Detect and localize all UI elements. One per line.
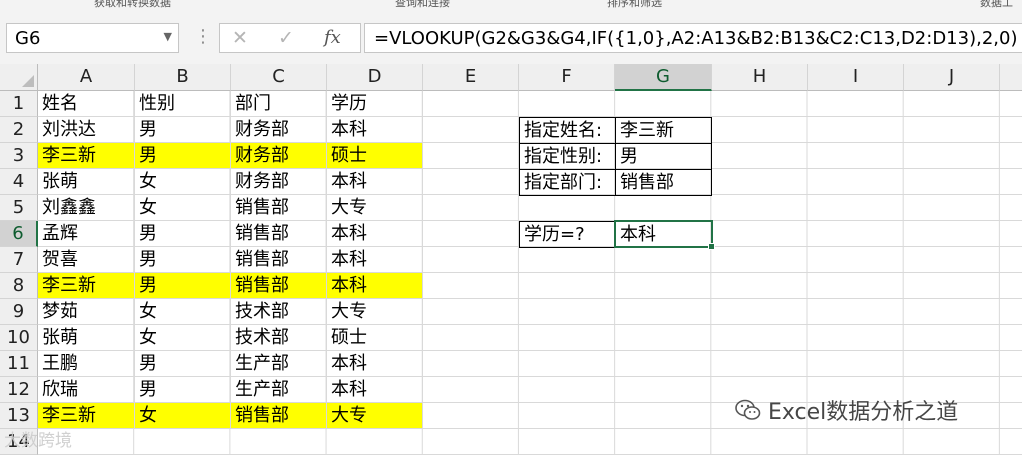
row-header-3[interactable]: 3	[0, 143, 38, 169]
table-cell[interactable]: 本科	[327, 247, 423, 273]
column-header-a[interactable]: A	[38, 64, 135, 91]
check-icon[interactable]: ✓	[278, 27, 294, 49]
lookup-result-label[interactable]: 学历=?	[519, 221, 616, 248]
formula-input[interactable]: =VLOOKUP(G2&G3&G4,IF({1,0},A2:A13&B2:B13…	[364, 23, 1022, 53]
lookup-dept-value[interactable]: 销售部	[615, 169, 712, 196]
table-cell[interactable]: 张萌	[38, 325, 135, 351]
table-cell[interactable]: 刘鑫鑫	[38, 195, 135, 221]
table-cell[interactable]: 李三新	[38, 273, 135, 299]
table-cell[interactable]: 硕士	[327, 325, 423, 351]
table-cell[interactable]: 本科	[327, 377, 423, 403]
table-cell[interactable]: 王鹏	[38, 351, 135, 377]
table-cell[interactable]: 销售部	[231, 221, 327, 247]
table-cell[interactable]: 欣瑞	[38, 377, 135, 403]
row-header-2[interactable]: 2	[0, 117, 38, 143]
table-cell[interactable]: 男	[135, 117, 231, 143]
table-cell[interactable]: 大专	[327, 403, 423, 429]
row-header-11[interactable]: 11	[0, 351, 38, 377]
table-cell[interactable]: 销售部	[231, 247, 327, 273]
table-cell[interactable]: 硕士	[327, 143, 423, 169]
insert-function-button[interactable]: fx	[324, 27, 341, 48]
column-header-i[interactable]: I	[808, 64, 904, 91]
table-cell[interactable]: 女	[135, 403, 231, 429]
table-cell[interactable]: 女	[135, 299, 231, 325]
table-cell[interactable]: 男	[135, 247, 231, 273]
drag-handle-icon[interactable]: ⋮	[194, 26, 212, 47]
column-header-c[interactable]: C	[231, 64, 327, 91]
table-cell[interactable]: 男	[135, 143, 231, 169]
table-cell[interactable]: 本科	[327, 273, 423, 299]
table-cell[interactable]: 财务部	[231, 143, 327, 169]
row-header-5[interactable]: 5	[0, 195, 38, 221]
column-header-k[interactable]	[1000, 64, 1022, 91]
column-header-f[interactable]: F	[519, 64, 615, 91]
table-cell[interactable]: 女	[135, 195, 231, 221]
table-cell[interactable]: 大专	[327, 195, 423, 221]
table-cell[interactable]: 女	[135, 169, 231, 195]
table-cell[interactable]: 贺喜	[38, 247, 135, 273]
row-header-8[interactable]: 8	[0, 273, 38, 299]
table-cell[interactable]: 李三新	[38, 143, 135, 169]
table-cell[interactable]: 本科	[327, 351, 423, 377]
lookup-name-value[interactable]: 李三新	[615, 117, 712, 144]
watermark-text: Excel数据分析之道	[768, 400, 959, 425]
table-cell[interactable]: 生产部	[231, 377, 327, 403]
table-cell[interactable]: 孟辉	[38, 221, 135, 247]
column-header-h[interactable]: H	[712, 64, 808, 91]
table-cell[interactable]: 销售部	[231, 403, 327, 429]
chevron-down-icon[interactable]: ▼	[164, 30, 172, 43]
table-cell[interactable]: 本科	[327, 169, 423, 195]
table-header-education[interactable]: 学历	[327, 91, 423, 117]
formula-text: =VLOOKUP(G2&G3&G4,IF({1,0},A2:A13&B2:B13…	[374, 28, 1018, 49]
table-cell[interactable]: 男	[135, 273, 231, 299]
name-box-value: G6	[15, 28, 41, 49]
column-header-d[interactable]: D	[327, 64, 423, 91]
lookup-dept-label[interactable]: 指定部门:	[519, 169, 616, 196]
table-header-department[interactable]: 部门	[231, 91, 327, 117]
formula-bar-area: G6 ▼ ⋮ ✕ ✓ fx =VLOOKUP(G2&G3&G4,IF({1,0}…	[0, 8, 1022, 64]
column-header-b[interactable]: B	[135, 64, 231, 91]
watermark: Excel数据分析之道	[734, 394, 958, 426]
table-cell[interactable]: 技术部	[231, 325, 327, 351]
row-header-6[interactable]: 6	[0, 221, 38, 247]
table-cell[interactable]: 财务部	[231, 169, 327, 195]
name-box[interactable]: G6 ▼	[6, 23, 179, 53]
table-cell[interactable]: 女	[135, 325, 231, 351]
table-cell[interactable]: 刘洪达	[38, 117, 135, 143]
table-cell[interactable]: 大专	[327, 299, 423, 325]
table-cell[interactable]: 生产部	[231, 351, 327, 377]
lookup-gender-label[interactable]: 指定性别:	[519, 143, 616, 170]
column-header-j[interactable]: J	[904, 64, 1000, 91]
table-cell[interactable]: 男	[135, 377, 231, 403]
corner-watermark: 大数跨境	[4, 431, 72, 451]
column-header-e[interactable]: E	[423, 64, 519, 91]
table-cell[interactable]: 本科	[327, 221, 423, 247]
table-cell[interactable]: 梦茹	[38, 299, 135, 325]
column-header-g[interactable]: G	[615, 64, 712, 91]
lookup-name-label[interactable]: 指定姓名:	[519, 117, 616, 144]
table-cell[interactable]: 销售部	[231, 273, 327, 299]
table-cell[interactable]: 张萌	[38, 169, 135, 195]
table-cell[interactable]: 本科	[327, 117, 423, 143]
row-header-9[interactable]: 9	[0, 299, 38, 325]
row-header-7[interactable]: 7	[0, 247, 38, 273]
table-header-gender[interactable]: 性别	[135, 91, 231, 117]
table-cell[interactable]: 销售部	[231, 195, 327, 221]
select-all-button[interactable]	[0, 64, 38, 91]
lookup-gender-value[interactable]: 男	[615, 143, 712, 170]
table-cell[interactable]: 男	[135, 351, 231, 377]
wechat-icon	[734, 398, 762, 422]
table-cell[interactable]: 男	[135, 221, 231, 247]
close-icon[interactable]: ✕	[232, 27, 248, 49]
row-header-10[interactable]: 10	[0, 325, 38, 351]
row-header-4[interactable]: 4	[0, 169, 38, 195]
row-header-12[interactable]: 12	[0, 377, 38, 403]
table-cell[interactable]: 技术部	[231, 299, 327, 325]
table-cell[interactable]: 财务部	[231, 117, 327, 143]
row-header-1[interactable]: 1	[0, 91, 38, 117]
active-cell-selection[interactable]	[614, 220, 715, 250]
table-header-name[interactable]: 姓名	[38, 91, 135, 117]
formula-buttons: ✕ ✓ fx	[219, 23, 361, 53]
